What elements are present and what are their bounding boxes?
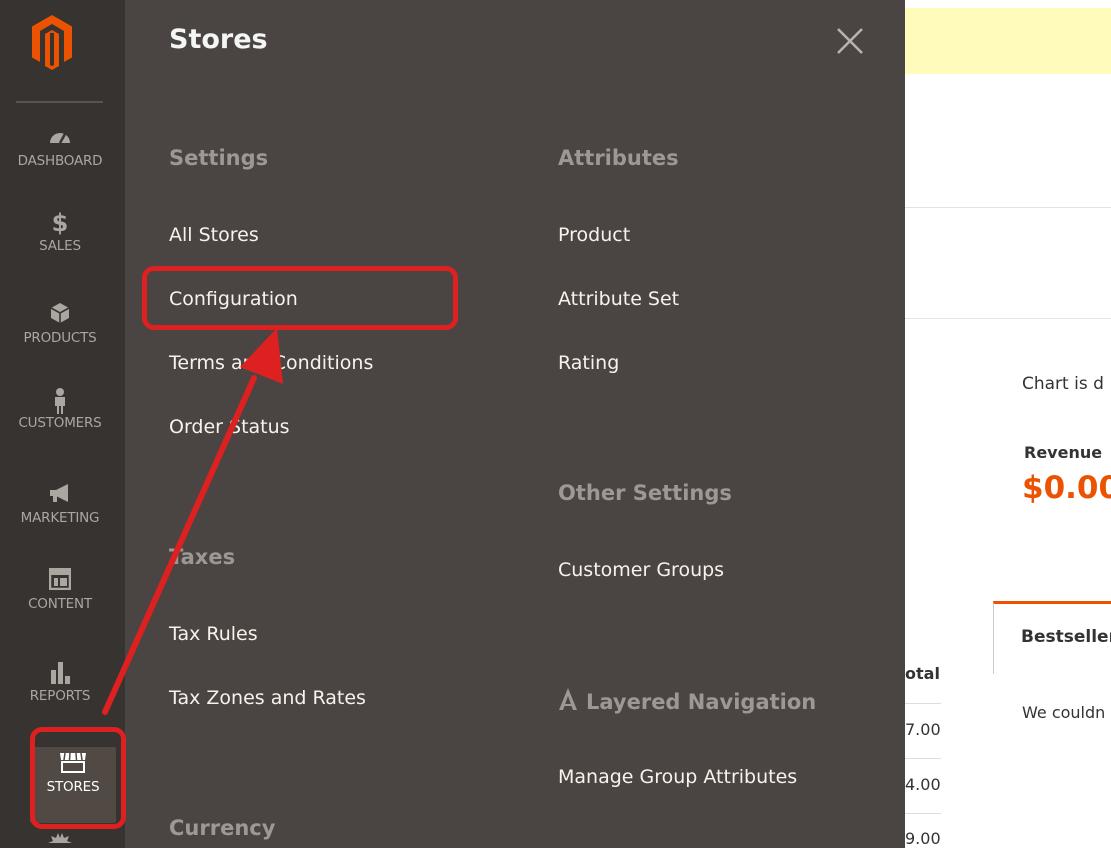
empty-state-text: We couldn: [1022, 703, 1106, 722]
revenue-label: Revenue: [1024, 443, 1103, 462]
table-cell: 7.00: [905, 720, 941, 739]
section-heading-settings: Settings: [169, 146, 269, 170]
dollar-icon: $: [51, 209, 69, 237]
section-heading-text: Layered Navigation: [586, 690, 817, 714]
dashboard-icon: [0, 125, 120, 151]
tab-bestsellers-label: Bestseller: [1021, 627, 1111, 647]
nav-label: CUSTOMERS: [18, 415, 102, 431]
divider: [905, 758, 941, 759]
divider: [905, 207, 1111, 208]
nav-sales[interactable]: $ SALES: [0, 210, 120, 284]
nav-dashboard[interactable]: DASHBOARD: [0, 125, 120, 199]
close-icon: [837, 28, 863, 54]
section-heading-attributes: Attributes: [558, 146, 679, 170]
section-heading-layered-navigation: Layered Navigation: [558, 687, 816, 717]
nav-label: SALES: [39, 238, 81, 254]
divider: [905, 318, 1111, 319]
close-button[interactable]: [833, 24, 867, 58]
menu-link-order-status[interactable]: Order Status: [169, 416, 290, 438]
nav-label: CONTENT: [28, 596, 92, 612]
menu-link-product[interactable]: Product: [558, 224, 630, 246]
menu-link-rating[interactable]: Rating: [558, 352, 619, 374]
table-cell: 9.00: [905, 829, 941, 848]
nav-products[interactable]: PRODUCTS: [0, 302, 120, 376]
magento-logo[interactable]: [30, 13, 74, 71]
menu-link-customer-groups[interactable]: Customer Groups: [558, 559, 724, 581]
layout-icon: [0, 567, 120, 594]
nav-label: PRODUCTS: [23, 330, 97, 346]
megaphone-icon: [0, 482, 120, 508]
gear-icon[interactable]: [47, 832, 75, 848]
nav-label: MARKETING: [20, 510, 100, 526]
menu-link-terms-and-conditions[interactable]: Terms and Conditions: [169, 352, 373, 374]
cube-icon: [0, 302, 120, 328]
sidebar-divider: [16, 101, 103, 103]
table-cell: 4.00: [905, 775, 941, 794]
menu-link-manage-group-attributes[interactable]: Manage Group Attributes: [558, 766, 797, 788]
section-heading-taxes: Taxes: [169, 545, 236, 569]
nav-marketing[interactable]: MARKETING: [0, 482, 120, 556]
highlight-box-stores: [30, 727, 126, 829]
section-heading-currency: Currency: [169, 816, 276, 840]
nav-customers[interactable]: CUSTOMERS: [0, 387, 120, 461]
table-header-total: otal: [905, 664, 940, 683]
admin-sidebar: DASHBOARD $ SALES PRODUCTS CUSTOMERS MAR…: [0, 0, 125, 848]
nav-content[interactable]: CONTENT: [0, 567, 120, 642]
nav-label: DASHBOARD: [17, 153, 103, 169]
flyout-title: Stores: [169, 24, 268, 55]
nav-label: REPORTS: [29, 688, 91, 704]
divider: [905, 813, 941, 814]
chart-disabled-text: Chart is d: [1022, 374, 1104, 394]
letter-a-icon: [558, 687, 578, 717]
notice-bar: [905, 8, 1111, 74]
menu-link-all-stores[interactable]: All Stores: [169, 224, 259, 246]
bar-chart-icon: [0, 660, 120, 686]
nav-reports[interactable]: REPORTS: [0, 660, 120, 734]
menu-link-tax-zones-and-rates[interactable]: Tax Zones and Rates: [169, 687, 366, 709]
divider: [905, 703, 941, 704]
section-heading-other-settings: Other Settings: [558, 481, 732, 505]
menu-link-attribute-set[interactable]: Attribute Set: [558, 288, 679, 310]
highlight-box-configuration: [142, 266, 458, 330]
menu-link-tax-rules[interactable]: Tax Rules: [169, 623, 258, 645]
stores-flyout: Stores Settings All Stores Configuration…: [125, 0, 905, 848]
person-icon: [0, 387, 120, 414]
revenue-value: $0.00: [1022, 470, 1111, 506]
